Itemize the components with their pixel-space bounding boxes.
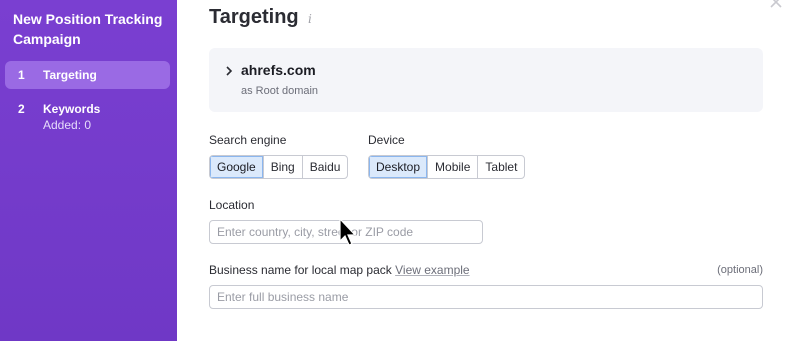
domain-card[interactable]: ahrefs.com as Root domain [209, 48, 763, 112]
location-label: Location [209, 198, 255, 212]
device-tablet[interactable]: Tablet [477, 156, 524, 178]
view-example-link[interactable]: View example [395, 263, 469, 277]
business-name-label: Business name for local map pack View ex… [209, 263, 470, 277]
optional-hint: (optional) [717, 264, 763, 276]
chevron-right-icon[interactable] [224, 65, 234, 77]
sidebar-title: New Position Tracking Campaign [13, 11, 163, 47]
search-engine-bing[interactable]: Bing [262, 156, 302, 178]
business-name-label-text: Business name for local map pack [209, 263, 392, 277]
step-label: Targeting [43, 68, 97, 82]
device-label: Device [368, 133, 405, 147]
device-selector: Desktop Mobile Tablet [368, 155, 526, 179]
device-desktop[interactable]: Desktop [369, 156, 428, 178]
step-number: 2 [18, 102, 25, 116]
domain-type: as Root domain [241, 85, 319, 97]
sidebar-step-targeting[interactable]: 1 Targeting [5, 61, 170, 89]
device-mobile[interactable]: Mobile [427, 156, 477, 178]
sidebar: New Position Tracking Campaign 1 Targeti… [0, 0, 177, 341]
main-panel: Targeting i ahrefs.com as Root domain Se… [177, 0, 790, 341]
page-title: Targeting [209, 6, 299, 28]
business-name-input[interactable] [209, 285, 763, 309]
sidebar-step-keywords[interactable]: 2 Keywords Added: 0 [5, 95, 170, 135]
close-icon[interactable] [768, 0, 784, 10]
search-engine-baidu[interactable]: Baidu [301, 156, 348, 178]
domain-name: ahrefs.com [241, 62, 316, 78]
mouse-cursor-icon [339, 217, 357, 246]
search-engine-label: Search engine [209, 133, 287, 147]
search-engine-selector: Google Bing Baidu [209, 155, 349, 179]
step-number: 1 [18, 68, 25, 82]
info-icon[interactable]: i [308, 12, 312, 26]
search-engine-google[interactable]: Google [210, 156, 263, 178]
step-label: Keywords [43, 102, 101, 116]
step-keywords-count: Added: 0 [43, 118, 92, 132]
